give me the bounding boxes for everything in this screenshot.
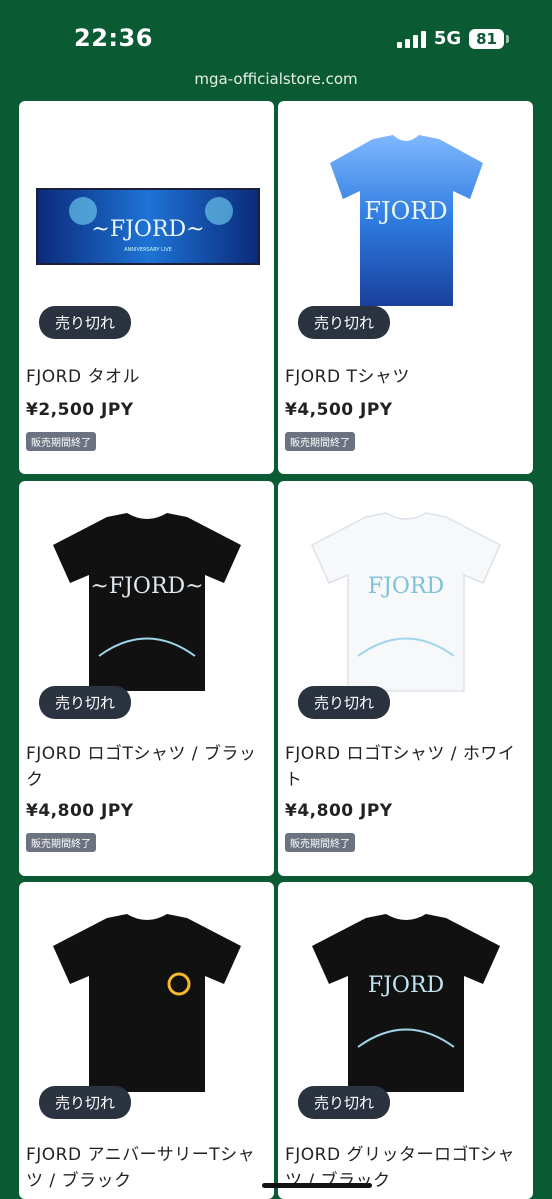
soldout-badge: 売り切れ	[298, 306, 391, 339]
svg-text:FJORD: FJORD	[368, 574, 444, 599]
soldout-badge: 売り切れ	[298, 686, 391, 719]
product-name[interactable]: FJORD Tシャツ	[285, 364, 523, 390]
product-name[interactable]: FJORD アニバーサリーTシャツ / ブラック	[26, 1142, 264, 1194]
product-image[interactable]: FJORD	[278, 481, 533, 721]
svg-text:~FJORD~: ~FJORD~	[90, 574, 203, 599]
svg-text:FJORD: FJORD	[368, 973, 444, 998]
product-price: ¥4,800 JPY	[285, 801, 393, 821]
battery-icon: 81	[469, 28, 509, 49]
signal-icon	[396, 30, 426, 48]
product-price: ¥2,500 JPY	[26, 400, 134, 420]
product-image[interactable]: FJORD	[278, 101, 533, 341]
product-card[interactable]: FJORD 売り切れ FJORD Tシャツ ¥4,500 JPY 販売期間終了	[278, 101, 533, 474]
network-label: 5G	[433, 28, 462, 49]
home-indicator[interactable]	[262, 1183, 372, 1188]
status-bar: 22:36 5G 81 mga-officialstore.com	[0, 0, 552, 100]
product-name[interactable]: FJORD ロゴTシャツ / ブラック	[26, 741, 264, 793]
product-card[interactable]: 売り切れ FJORD アニバーサリーTシャツ / ブラック	[19, 882, 274, 1199]
product-price: ¥4,800 JPY	[26, 801, 134, 821]
soldout-badge: 売り切れ	[39, 306, 132, 339]
product-name[interactable]: FJORD タオル	[26, 364, 264, 390]
svg-text:ANNIVERSARY LIVE: ANNIVERSARY LIVE	[124, 247, 172, 253]
product-card[interactable]: ~FJORD~ ANNIVERSARY LIVE 売り切れ FJORD タオル …	[19, 101, 274, 474]
url-bar[interactable]: mga-officialstore.com	[0, 70, 552, 88]
sales-ended-badge: 販売期間終了	[285, 833, 355, 852]
product-name[interactable]: FJORD ロゴTシャツ / ホワイト	[285, 741, 523, 793]
sales-ended-badge: 販売期間終了	[285, 432, 355, 451]
svg-text:FJORD: FJORD	[364, 197, 447, 225]
soldout-badge: 売り切れ	[39, 686, 132, 719]
product-image[interactable]: ~FJORD~ ANNIVERSARY LIVE	[19, 101, 274, 341]
status-time: 22:36	[74, 24, 153, 52]
status-icons: 5G 81	[396, 28, 509, 49]
soldout-badge: 売り切れ	[39, 1086, 132, 1119]
product-image[interactable]: ~FJORD~	[19, 481, 274, 721]
product-card[interactable]: FJORD 売り切れ FJORD グリッターロゴTシャツ / ブラック	[278, 882, 533, 1199]
soldout-badge: 売り切れ	[298, 1086, 391, 1119]
product-card[interactable]: FJORD 売り切れ FJORD ロゴTシャツ / ホワイト ¥4,800 JP…	[278, 481, 533, 876]
svg-text:~FJORD~: ~FJORD~	[91, 217, 204, 242]
product-card[interactable]: ~FJORD~ 売り切れ FJORD ロゴTシャツ / ブラック ¥4,800 …	[19, 481, 274, 876]
sales-ended-badge: 販売期間終了	[26, 432, 96, 451]
product-price: ¥4,500 JPY	[285, 400, 393, 420]
sales-ended-badge: 販売期間終了	[26, 833, 96, 852]
